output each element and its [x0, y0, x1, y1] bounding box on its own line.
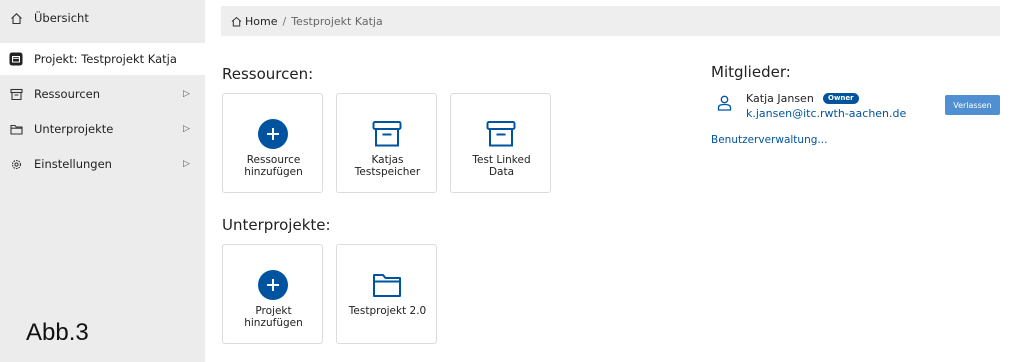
archive-icon — [371, 118, 403, 150]
leave-button[interactable]: Verlassen — [945, 95, 1000, 115]
tile-label-line1: Ressource — [246, 154, 301, 166]
sidebar: Übersicht Projekt: Testprojekt Katja Res… — [0, 0, 205, 362]
sidebar-item-label: Unterprojekte — [34, 122, 114, 136]
user-management-link[interactable]: Benutzerverwaltung... — [711, 134, 827, 146]
folder-icon — [371, 269, 403, 301]
resources-title: Ressourcen: — [222, 65, 314, 83]
folder-icon — [9, 122, 23, 136]
member-name: Katja Jansen — [746, 92, 814, 105]
sidebar-item-label: Projekt: Testprojekt Katja — [34, 52, 177, 66]
add-resource-tile[interactable]: Ressource hinzufügen — [222, 93, 323, 193]
plus-circle-icon — [257, 118, 289, 150]
subprojects-title: Unterprojekte: — [222, 216, 331, 234]
breadcrumb: Home / Testprojekt Katja — [221, 6, 1000, 36]
user-icon — [717, 95, 732, 115]
tile-label-line2: Data — [488, 166, 515, 178]
resource-tile[interactable]: Test Linked Data — [450, 93, 551, 193]
sidebar-item-subprojects[interactable]: Unterprojekte ▷ — [0, 113, 205, 145]
add-project-tile[interactable]: Projekt hinzufügen — [222, 244, 323, 344]
archive-icon — [9, 87, 23, 101]
subproject-tile[interactable]: Testprojekt 2.0 — [336, 244, 437, 344]
breadcrumb-current: Testprojekt Katja — [291, 14, 383, 28]
plus-circle-icon — [257, 269, 289, 301]
chevron-right-icon[interactable]: ▷ — [183, 89, 190, 99]
sidebar-item-label: Einstellungen — [34, 157, 112, 171]
home-icon — [9, 11, 23, 25]
tile-label-line1: Testprojekt 2.0 — [348, 305, 427, 317]
sidebar-item-settings[interactable]: Einstellungen ▷ — [0, 148, 205, 180]
members-title: Mitglieder: — [711, 63, 791, 81]
tile-label-line2: hinzufügen — [244, 317, 303, 329]
tile-label-line2: hinzufügen — [244, 166, 303, 178]
sidebar-item-project[interactable]: Projekt: Testprojekt Katja — [0, 43, 205, 75]
sidebar-item-overview[interactable]: Übersicht — [0, 2, 205, 34]
chevron-right-icon[interactable]: ▷ — [183, 159, 190, 169]
breadcrumb-separator: / — [282, 14, 287, 28]
chevron-right-icon[interactable]: ▷ — [183, 124, 190, 134]
tile-label-line1: Katjas — [371, 154, 404, 166]
member-email-link[interactable]: k.jansen@itc.rwth-aachen.de — [746, 107, 906, 120]
gear-icon — [9, 157, 23, 171]
figure-label: Abb.3 — [26, 319, 89, 346]
sidebar-item-label: Ressourcen — [34, 87, 101, 101]
sidebar-item-resources[interactable]: Ressourcen ▷ — [0, 78, 205, 110]
owner-badge: Owner — [823, 93, 859, 104]
tile-label-line1: Test Linked — [472, 154, 531, 166]
breadcrumb-home-label: Home — [245, 14, 278, 28]
tile-label-line2: Testspeicher — [354, 166, 421, 178]
breadcrumb-home[interactable]: Home — [231, 15, 277, 28]
project-icon — [9, 52, 23, 66]
archive-icon — [485, 118, 517, 150]
resource-tile[interactable]: Katjas Testspeicher — [336, 93, 437, 193]
home-icon — [231, 16, 242, 27]
tile-label-line1: Projekt — [255, 305, 292, 317]
sidebar-item-label: Übersicht — [34, 11, 89, 25]
